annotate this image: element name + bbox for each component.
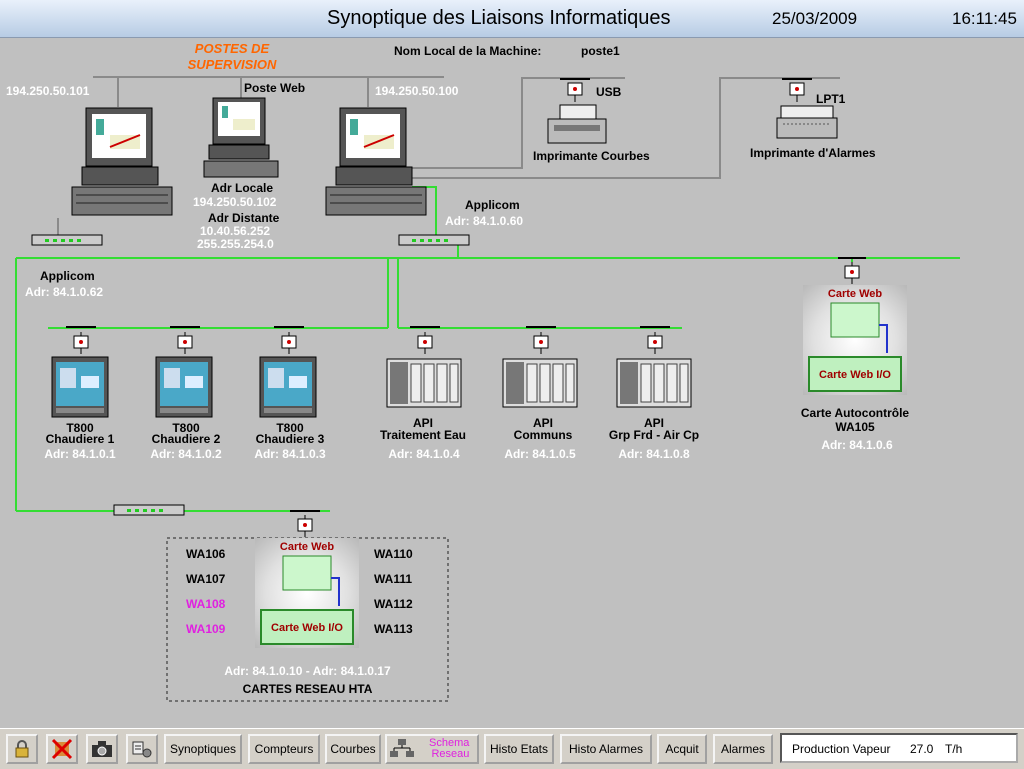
hta-card-id: WA110 (374, 547, 413, 561)
api-rack-icon[interactable] (616, 358, 692, 408)
supervision-title-line1: POSTES DE (194, 41, 270, 56)
lock-icon[interactable] (6, 734, 38, 764)
adr-locale-value: 194.250.50.102 (193, 195, 277, 209)
autocontrol-name: Carte Autocontrôle (800, 406, 910, 420)
printer-curves-icon[interactable] (546, 103, 608, 147)
production-value: 27.0 (910, 742, 934, 756)
device-address: Adr: 84.1.0.8 (618, 447, 690, 461)
connector-icon (533, 332, 549, 354)
t800-panel-icon[interactable] (155, 356, 213, 418)
machine-name-label: Nom Local de la Machine: (394, 44, 542, 58)
device-label-line2: Traitement Eau (379, 428, 467, 442)
web-station-label: Poste Web (244, 81, 306, 95)
production-status-box: Production Vapeur 27.0 T/h (780, 733, 1018, 763)
hta-card-id: WA107 (186, 572, 226, 586)
supervision-title-line2: SUPERVISION (187, 57, 277, 72)
device-address: Adr: 84.1.0.1 (44, 447, 116, 461)
adr-distante-label: Adr Distante (208, 211, 280, 225)
hta-web-card[interactable]: Carte Web Carte Web I/O (255, 538, 359, 648)
usb-label: USB (596, 85, 622, 99)
api-rack-icon[interactable] (502, 358, 578, 408)
device-label-line2: Chaudiere 2 (151, 432, 221, 446)
card-web-io-label: Carte Web I/O (819, 369, 891, 381)
autocontrol-adr: Adr: 84.1.0.6 (821, 438, 893, 452)
device-address: Adr: 84.1.0.4 (388, 447, 460, 461)
alarmes-button[interactable]: Alarmes (713, 734, 773, 764)
applicom-right-adr: Adr: 84.1.0.60 (445, 214, 524, 228)
computer-icon-web[interactable] (203, 97, 279, 179)
hta-card-id: WA113 (374, 622, 413, 636)
network-hub-icon-right (398, 233, 470, 247)
adr-locale-label: Adr Locale (211, 181, 274, 195)
printer-alarms-label: Imprimante d'Alarmes (750, 146, 876, 160)
machine-name-value: poste1 (581, 44, 620, 58)
computer-icon-right[interactable] (324, 107, 430, 219)
connector-icon (844, 262, 860, 284)
hta-card-id: WA109 (186, 622, 226, 636)
connector-icon (417, 332, 433, 354)
autocontrol-id: WA105 (835, 420, 875, 434)
alarm-mute-icon[interactable] (46, 734, 78, 764)
acquit-button[interactable]: Acquit (657, 734, 707, 764)
computer-icon-left[interactable] (70, 107, 176, 219)
synoptiques-button[interactable]: Synoptiques (164, 734, 242, 764)
network-icon (390, 739, 414, 757)
hta-card-id: WA112 (374, 597, 413, 611)
autocontrol-web-card[interactable]: Carte Web Carte Web I/O (803, 285, 907, 395)
title-bar: Synoptique des Liaisons Informatiques 25… (0, 0, 1024, 38)
histo-etats-button[interactable]: Histo Etats (484, 734, 554, 764)
time-display: 16:11:45 (952, 9, 1017, 28)
device-address: Adr: 84.1.0.3 (254, 447, 326, 461)
date-display: 25/03/2009 (772, 9, 858, 28)
camera-icon[interactable] (86, 734, 118, 764)
hta-card-id: WA106 (186, 547, 226, 561)
schema-reseau-line2: Reseau (431, 748, 470, 760)
applicom-right-name: Applicom (465, 198, 520, 212)
settings-tools-icon[interactable] (126, 734, 158, 764)
production-label: Production Vapeur (792, 742, 891, 756)
connector-icon (281, 332, 297, 354)
device-label-line2: Communs (513, 428, 573, 442)
hta-adr-range: Adr: 84.1.0.10 - Adr: 84.1.0.17 (224, 664, 391, 678)
histo-alarmes-button[interactable]: Histo Alarmes (560, 734, 652, 764)
network-hub-icon-bottom (113, 503, 185, 517)
connector-icon (73, 332, 89, 354)
connector-icon (647, 332, 663, 354)
usb-connector-icon (567, 82, 583, 102)
device-address: Adr: 84.1.0.2 (150, 447, 222, 461)
card-web-io-label: Carte Web I/O (271, 622, 343, 634)
adr-distante-mask: 255.255.254.0 (197, 237, 274, 251)
hta-title: CARTES RESEAU HTA (242, 682, 373, 696)
lpt-connector-icon (789, 82, 805, 102)
left-station-ip: 194.250.50.101 (6, 84, 90, 98)
hta-card-id: WA111 (374, 572, 413, 586)
t800-panel-icon[interactable] (51, 356, 109, 418)
schema-reseau-button[interactable]: Schema Reseau (385, 734, 479, 764)
network-hub-icon-left (31, 233, 103, 247)
api-rack-icon[interactable] (386, 358, 462, 408)
t800-panel-icon[interactable] (259, 356, 317, 418)
production-unit: T/h (945, 742, 963, 756)
adr-distante-value: 10.40.56.252 (200, 224, 271, 238)
courbes-button[interactable]: Courbes (325, 734, 381, 764)
hta-card-id: WA108 (186, 597, 226, 611)
connector-icon (297, 515, 313, 537)
device-label-line2: Grp Frd - Air Cp (608, 428, 700, 442)
connector-icon (177, 332, 193, 354)
applicom-left-adr: Adr: 84.1.0.62 (25, 285, 104, 299)
device-label-line2: Chaudiere 1 (45, 432, 115, 446)
device-label-line2: Chaudiere 3 (255, 432, 325, 446)
printer-curves-label: Imprimante Courbes (533, 149, 650, 163)
right-station-ip: 194.250.50.100 (375, 84, 459, 98)
printer-alarms-icon[interactable] (775, 104, 839, 140)
compteurs-button[interactable]: Compteurs (248, 734, 320, 764)
device-address: Adr: 84.1.0.5 (504, 447, 576, 461)
applicom-left-name: Applicom (40, 269, 95, 283)
page-title: Synoptique des Liaisons Informatiques (327, 7, 671, 29)
